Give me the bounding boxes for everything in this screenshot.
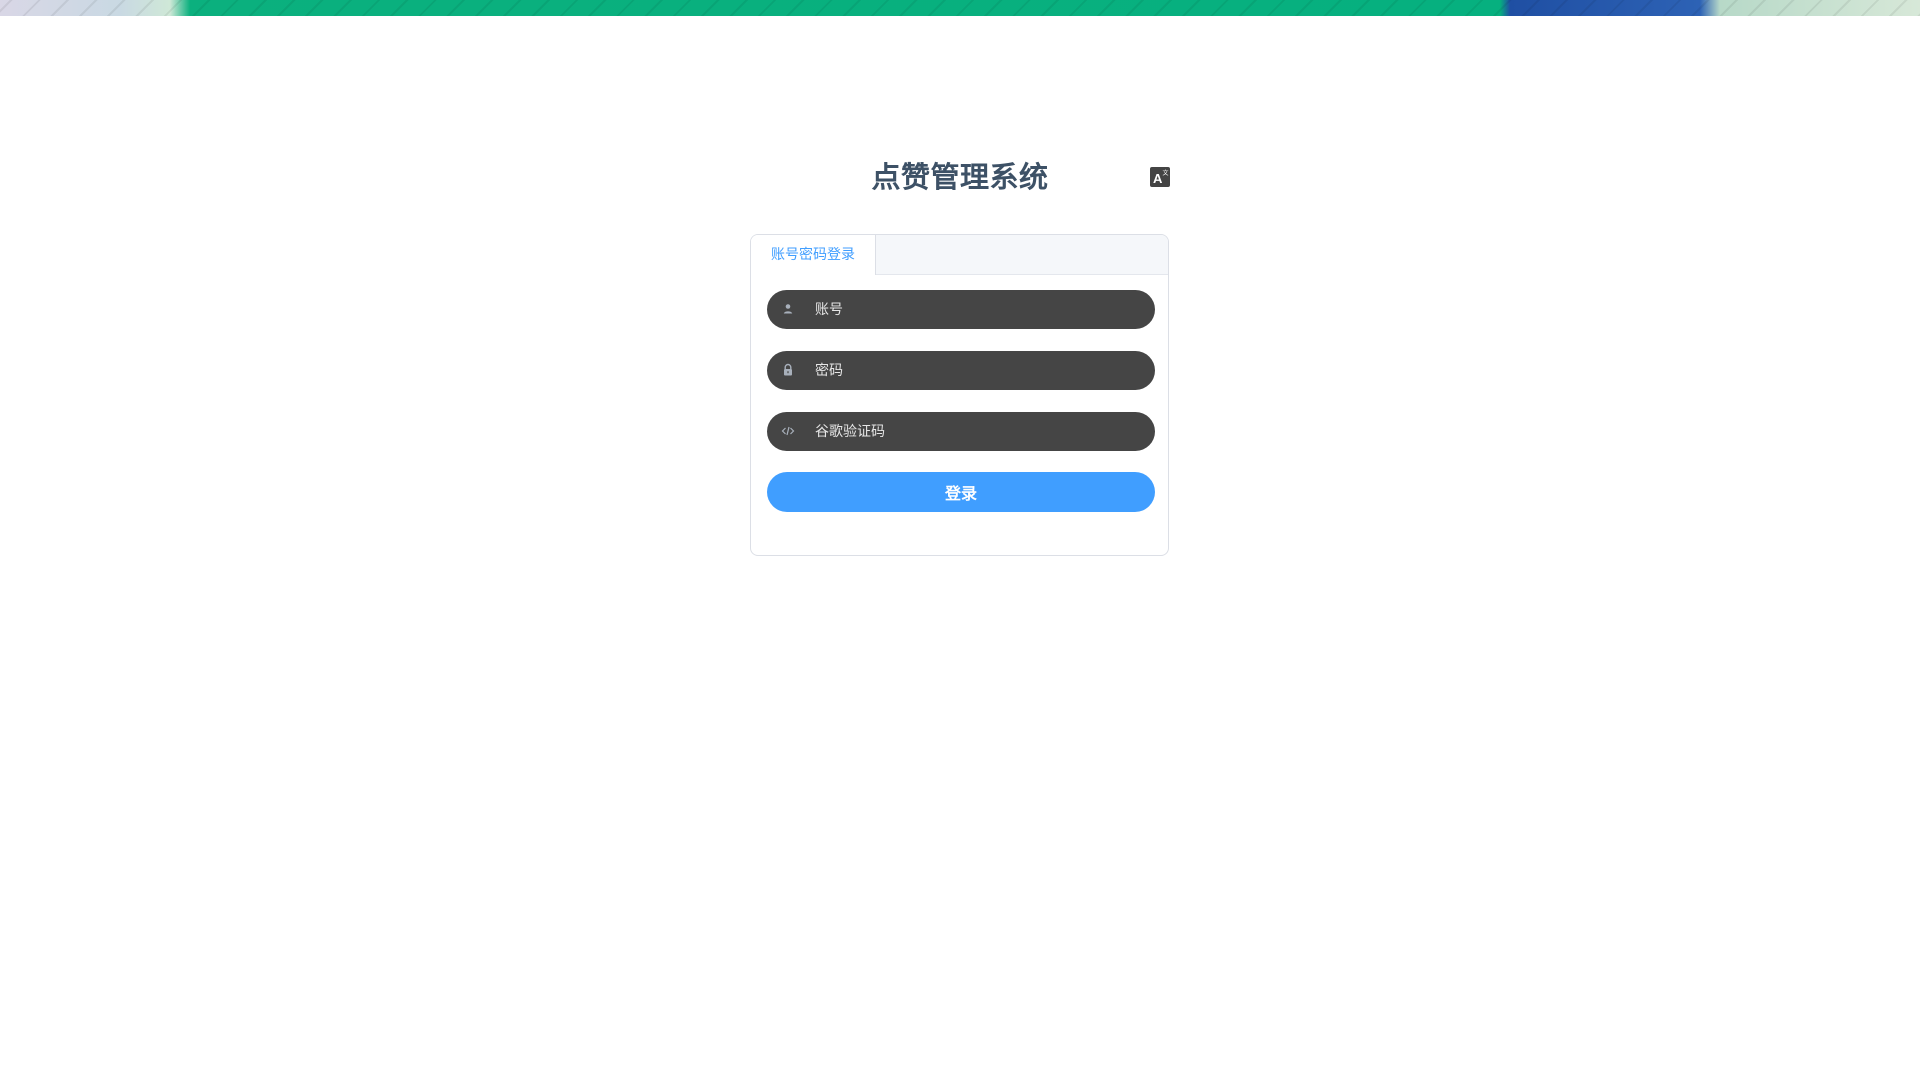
svg-text:A: A [1153,171,1163,186]
user-icon [783,304,793,314]
google-code-field[interactable] [767,412,1155,451]
svg-text:文: 文 [1163,169,1169,177]
login-button[interactable]: 登录 [767,472,1155,512]
password-input[interactable] [815,351,1135,390]
language-switch-button[interactable]: A 文 [1150,167,1170,187]
translate-icon: A 文 [1150,167,1170,187]
page-title: 点赞管理系统 [871,160,1049,194]
password-field[interactable] [767,351,1155,390]
google-code-input[interactable] [815,412,1135,451]
tab-account-password-login[interactable]: 账号密码登录 [751,235,876,275]
lock-icon [784,363,792,376]
code-icon [781,426,795,436]
top-decorative-banner [0,0,1920,16]
login-tab-bar: 账号密码登录 [751,235,1168,275]
account-field[interactable] [767,290,1155,329]
login-card: 账号密码登录 登录 [750,234,1169,556]
account-input[interactable] [815,290,1135,329]
